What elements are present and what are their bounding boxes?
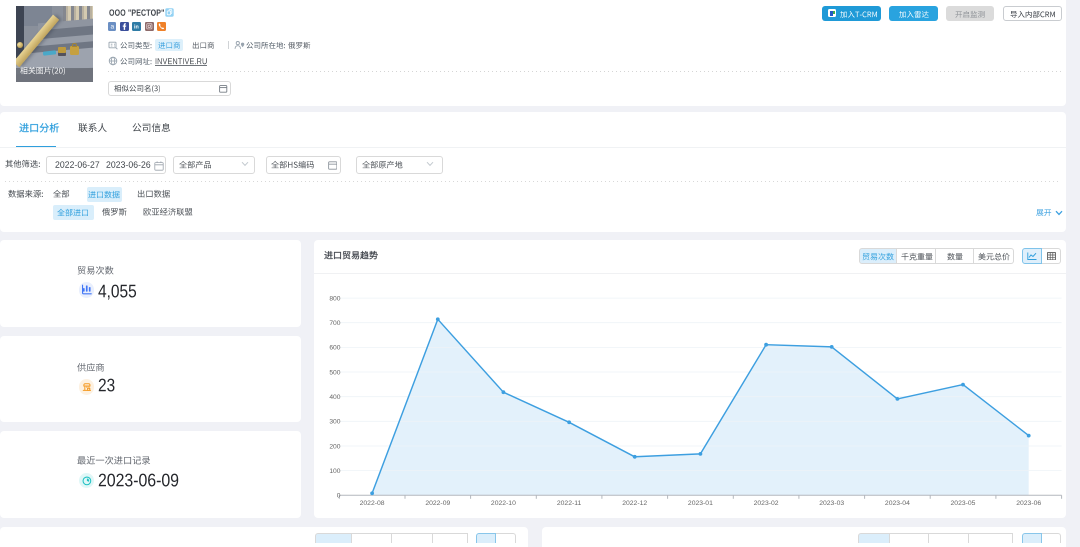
svg-text:300: 300 xyxy=(329,419,340,426)
svg-text:400: 400 xyxy=(329,394,340,401)
svg-text:0: 0 xyxy=(337,493,341,500)
svg-text:2023-04: 2023-04 xyxy=(885,500,910,507)
svg-text:500: 500 xyxy=(329,369,340,376)
svg-text:2022-11: 2022-11 xyxy=(557,500,582,507)
svg-text:800: 800 xyxy=(329,295,340,302)
svg-text:a: a xyxy=(110,24,114,31)
svg-text:2023-05: 2023-05 xyxy=(951,500,976,507)
svg-text:in: in xyxy=(134,24,139,30)
svg-text:700: 700 xyxy=(329,320,340,327)
svg-text:2022-09: 2022-09 xyxy=(425,500,450,507)
svg-text:2023-06: 2023-06 xyxy=(1016,500,1041,507)
svg-text:2022-12: 2022-12 xyxy=(622,500,647,507)
svg-text:200: 200 xyxy=(329,443,340,450)
svg-text:2022-08: 2022-08 xyxy=(360,500,385,507)
svg-text:600: 600 xyxy=(329,345,340,352)
svg-text:2023-02: 2023-02 xyxy=(754,500,779,507)
svg-text:2023-03: 2023-03 xyxy=(819,500,844,507)
svg-text:100: 100 xyxy=(329,468,340,475)
svg-text:2023-01: 2023-01 xyxy=(688,500,713,507)
svg-text:2022-10: 2022-10 xyxy=(491,500,516,507)
